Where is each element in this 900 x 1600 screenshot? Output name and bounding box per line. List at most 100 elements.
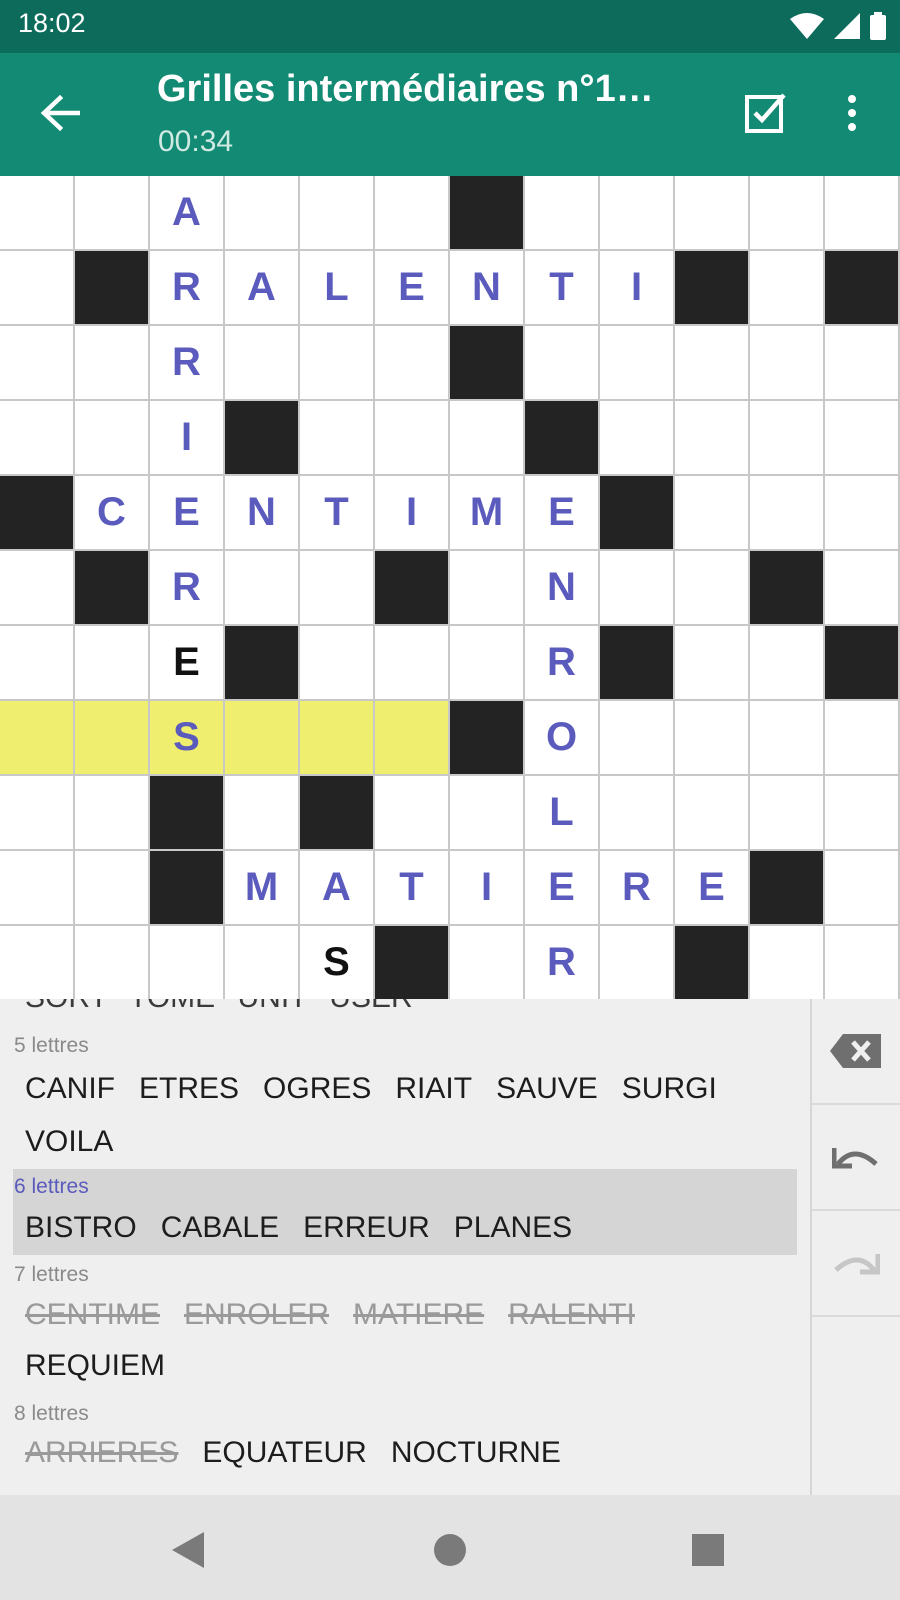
grid-empty-cell[interactable] [0, 251, 75, 326]
grid-empty-cell[interactable] [150, 926, 225, 999]
grid-empty-cell[interactable] [825, 701, 900, 776]
grid-empty-cell[interactable] [450, 401, 525, 476]
grid-empty-cell[interactable] [375, 326, 450, 401]
grid-empty-cell[interactable] [75, 851, 150, 926]
grid-empty-cell[interactable] [375, 701, 450, 776]
grid-letter-cell[interactable]: T [375, 851, 450, 926]
check-button[interactable] [733, 81, 797, 145]
grid-empty-cell[interactable] [0, 551, 75, 626]
grid-empty-cell[interactable] [0, 851, 75, 926]
word-item-done[interactable]: ARRIERES [25, 1436, 178, 1470]
grid-letter-cell[interactable]: T [300, 476, 375, 551]
grid-empty-cell[interactable] [825, 401, 900, 476]
grid-letter-cell[interactable]: I [450, 851, 525, 926]
nav-home-button[interactable] [420, 1520, 480, 1580]
grid-letter-cell[interactable]: E [525, 476, 600, 551]
nav-back-button[interactable] [158, 1520, 218, 1580]
grid-letter-cell[interactable]: M [225, 851, 300, 926]
grid-empty-cell[interactable] [375, 626, 450, 701]
grid-letter-cell[interactable]: E [675, 851, 750, 926]
grid-letter-cell[interactable]: R [150, 551, 225, 626]
grid-empty-cell[interactable] [75, 401, 150, 476]
word-item[interactable]: CABALE [161, 1211, 279, 1245]
grid-letter-cell[interactable]: L [300, 251, 375, 326]
grid-letter-cell[interactable]: R [150, 326, 225, 401]
grid-empty-cell[interactable] [825, 926, 900, 999]
word-item[interactable]: SURGI [622, 1072, 717, 1106]
grid-empty-cell[interactable] [825, 551, 900, 626]
word-item[interactable]: CANIF [25, 1072, 115, 1106]
grid-empty-cell[interactable] [300, 626, 375, 701]
grid-letter-cell[interactable]: S [150, 701, 225, 776]
grid-empty-cell[interactable] [75, 326, 150, 401]
grid-empty-cell[interactable] [825, 851, 900, 926]
grid-letter-cell[interactable]: R [525, 626, 600, 701]
word-item[interactable]: ETRES [139, 1072, 239, 1106]
word-item[interactable]: PLANES [454, 1211, 572, 1245]
grid-empty-cell[interactable] [75, 701, 150, 776]
grid-empty-cell[interactable] [225, 326, 300, 401]
grid-empty-cell[interactable] [750, 626, 825, 701]
grid-empty-cell[interactable] [750, 176, 825, 251]
grid-empty-cell[interactable] [750, 401, 825, 476]
grid-empty-cell[interactable] [750, 701, 825, 776]
grid-empty-cell[interactable] [600, 401, 675, 476]
overflow-menu-button[interactable] [830, 81, 874, 145]
grid-empty-cell[interactable] [750, 926, 825, 999]
grid-letter-cell[interactable]: E [525, 851, 600, 926]
grid-empty-cell[interactable] [675, 701, 750, 776]
grid-letter-cell[interactable]: N [225, 476, 300, 551]
grid-empty-cell[interactable] [300, 176, 375, 251]
word-item[interactable]: ERREUR [303, 1211, 430, 1245]
grid-empty-cell[interactable] [300, 701, 375, 776]
grid-letter-cell[interactable]: O [525, 701, 600, 776]
grid-empty-cell[interactable] [0, 776, 75, 851]
word-item[interactable]: VOILA [25, 1125, 113, 1159]
grid-letter-cell[interactable]: E [150, 476, 225, 551]
grid-empty-cell[interactable] [600, 926, 675, 999]
word-item[interactable]: OGRES [263, 1072, 371, 1106]
grid-letter-cell[interactable]: A [225, 251, 300, 326]
grid-letter-cell[interactable]: C [75, 476, 150, 551]
backspace-button[interactable] [812, 999, 900, 1105]
back-button[interactable] [28, 81, 92, 145]
grid-empty-cell[interactable] [375, 176, 450, 251]
grid-letter-cell[interactable]: R [150, 251, 225, 326]
word-item-done[interactable]: MATIERE [353, 1298, 484, 1332]
word-item[interactable]: SAUVE [496, 1072, 598, 1106]
grid-empty-cell[interactable] [450, 776, 525, 851]
grid-letter-cell[interactable]: T [525, 251, 600, 326]
grid-empty-cell[interactable] [375, 776, 450, 851]
grid-empty-cell[interactable] [225, 551, 300, 626]
grid-empty-cell[interactable] [300, 326, 375, 401]
word-item-done[interactable]: ENROLER [184, 1298, 329, 1332]
grid-empty-cell[interactable] [825, 326, 900, 401]
grid-empty-cell[interactable] [750, 476, 825, 551]
grid-empty-cell[interactable] [450, 926, 525, 999]
word-item[interactable]: RIAIT [395, 1072, 472, 1106]
undo-button[interactable] [812, 1105, 900, 1211]
grid-empty-cell[interactable] [225, 701, 300, 776]
grid-empty-cell[interactable] [0, 626, 75, 701]
word-item[interactable]: BISTRO [25, 1211, 137, 1245]
grid-empty-cell[interactable] [825, 176, 900, 251]
grid-empty-cell[interactable] [75, 626, 150, 701]
grid-empty-cell[interactable] [675, 551, 750, 626]
grid-letter-cell[interactable]: I [150, 401, 225, 476]
grid-empty-cell[interactable] [0, 701, 75, 776]
grid-empty-cell[interactable] [675, 176, 750, 251]
grid-empty-cell[interactable] [75, 176, 150, 251]
grid-empty-cell[interactable] [300, 551, 375, 626]
grid-letter-cell[interactable]: A [150, 176, 225, 251]
grid-empty-cell[interactable] [675, 401, 750, 476]
grid-empty-cell[interactable] [600, 551, 675, 626]
grid-empty-cell[interactable] [750, 326, 825, 401]
grid-empty-cell[interactable] [450, 551, 525, 626]
grid-letter-cell[interactable]: I [600, 251, 675, 326]
word-item[interactable]: REQUIEM [25, 1349, 165, 1383]
word-item-done[interactable]: RALENTI [508, 1298, 635, 1332]
grid-empty-cell[interactable] [225, 176, 300, 251]
grid-letter-cell[interactable]: R [600, 851, 675, 926]
grid-empty-cell[interactable] [0, 926, 75, 999]
grid-empty-cell[interactable] [450, 626, 525, 701]
